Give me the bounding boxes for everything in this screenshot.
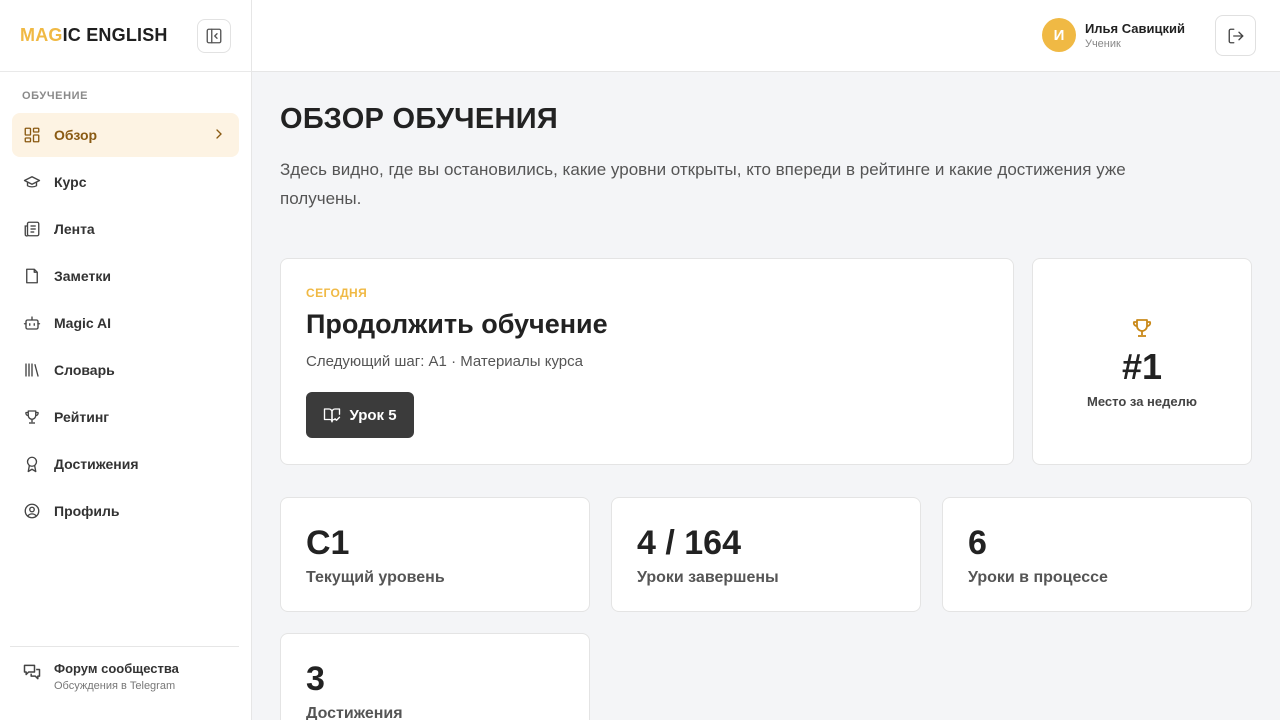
stat-card-lessons-completed: 4 / 164 Уроки завершены [611,497,921,612]
sidebar-item-label: Словарь [54,362,115,378]
sidebar: MAGIC ENGLISH ОБУЧЕНИЕ Обзор Курс Лента … [0,0,252,720]
rank-label: Место за неделю [1087,394,1197,409]
dashboard-icon [22,125,42,145]
trophy-icon [1130,316,1154,345]
sidebar-item-label: Заметки [54,268,111,284]
continue-learning-card: СЕГОДНЯ Продолжить обучение Следующий ша… [280,258,1014,465]
app-logo[interactable]: MAGIC ENGLISH [20,25,168,46]
logout-button[interactable] [1215,15,1256,56]
stat-value: 4 / 164 [637,524,741,562]
sidebar-item-label: Профиль [54,503,120,519]
lesson-button-label: Урок 5 [349,406,397,424]
continue-title: Продолжить обучение [306,309,608,339]
forum-text: Форум сообщества Обсуждения в Telegram [54,661,179,692]
sidebar-item-dictionary[interactable]: Словарь [12,348,239,392]
stat-card-level: C1 Текущий уровень [280,497,590,612]
avatar: И [1041,18,1076,52]
stat-label: Уроки в процессе [968,569,1108,586]
collapse-sidebar-button[interactable] [197,18,231,53]
stat-label: Текущий уровень [306,569,445,586]
user-role: Ученик [1084,37,1121,50]
sidebar-item-label: Magic AI [54,315,112,331]
sidebar-item-feed[interactable]: Лента [12,207,239,251]
page-description: Здесь видно, где вы остановились, какие … [280,160,1126,208]
sidebar-item-magic-ai[interactable]: Magic AI [12,301,239,345]
chat-bubbles-icon [22,662,42,682]
newspaper-icon [22,219,42,239]
stat-value: 6 [968,524,987,562]
sidebar-item-notes[interactable]: Заметки [12,254,239,298]
logout-icon [1228,28,1243,43]
user-name: Илья Савицкий [1084,20,1185,36]
today-label: СЕГОДНЯ [306,286,368,300]
main-content: ОБЗОР ОБУЧЕНИЯ Здесь видно, где вы остан… [280,72,1252,720]
sidebar-item-achievements[interactable]: Достижения [12,442,239,486]
rank-value: #1 [1121,346,1163,387]
sidebar-item-label: Обзор [54,127,98,143]
stat-label: Уроки завершены [637,569,779,586]
brand-row: MAGIC ENGLISH [0,0,251,72]
trophy-icon [22,407,42,427]
top-bar: И Илья Савицкий Ученик [252,0,1280,72]
section-label: ОБУЧЕНИЕ [22,90,89,102]
sidebar-item-course[interactable]: Курс [12,160,239,204]
sidebar-item-label: Лента [54,221,95,237]
award-icon [22,454,42,474]
sidebar-item-overview[interactable]: Обзор [12,113,239,157]
user-menu[interactable]: И Илья Савицкий Ученик [1041,18,1185,52]
user-info: Илья Савицкий Ученик [1085,21,1185,50]
graduation-cap-icon [22,172,42,192]
book-open-check-icon [323,406,341,424]
library-icon [22,360,42,380]
sidebar-item-label: Достижения [54,456,139,472]
next-step-text: Следующий шаг: A1 · Материалы курса [306,353,583,370]
sidebar-item-rating[interactable]: Рейтинг [12,395,239,439]
chevron-right-icon [211,126,227,145]
sidebar-item-label: Курс [54,174,87,190]
stat-card-achievements: 3 Достижения [280,633,590,720]
user-circle-icon [22,501,42,521]
stat-card-lessons-in-progress: 6 Уроки в процессе [942,497,1252,612]
sidebar-item-profile[interactable]: Профиль [12,489,239,533]
community-forum-link[interactable]: Форум сообщества Обсуждения в Telegram [10,646,239,720]
sidebar-collapse-icon [206,28,222,43]
bot-icon [22,313,42,333]
lesson-button[interactable]: Урок 5 [306,392,414,438]
page-title: ОБЗОР ОБУЧЕНИЯ [280,103,559,135]
sidebar-item-label: Рейтинг [54,409,110,425]
sidebar-nav: Обзор Курс Лента Заметки Magic AI Словар… [0,113,251,533]
forum-subtitle: Обсуждения в Telegram [54,680,176,692]
stat-value: C1 [306,524,350,562]
note-icon [22,266,42,286]
stat-label: Достижения [306,705,403,720]
weekly-rank-card[interactable]: #1 Место за неделю [1032,258,1252,465]
forum-title: Форум сообщества [54,661,179,676]
stat-value: 3 [306,660,325,698]
